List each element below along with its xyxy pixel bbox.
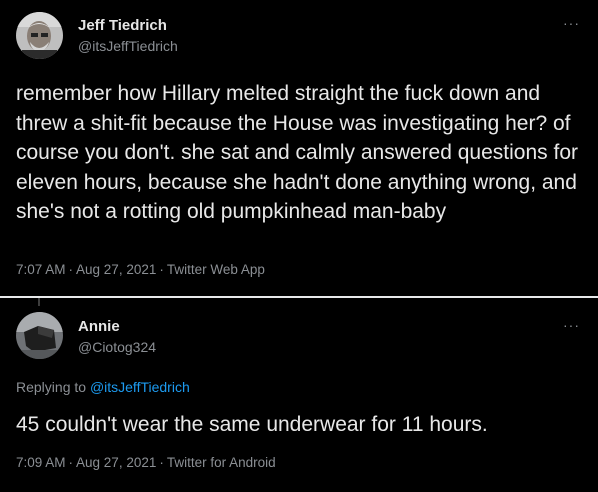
tweet-meta: 7:07 AM · Aug 27, 2021 · Twitter Web App <box>16 262 265 277</box>
tweet-text: 45 couldn't wear the same underwear for … <box>16 413 488 436</box>
user-handle[interactable]: @Ciotog324 <box>78 339 156 355</box>
tweet-source[interactable]: Twitter for Android <box>167 455 276 470</box>
divider <box>0 296 598 298</box>
thread-line <box>38 298 40 306</box>
tweet-meta: 7:09 AM · Aug 27, 2021 · Twitter for Android <box>16 455 276 470</box>
more-options-icon[interactable]: ··· <box>563 318 580 332</box>
replying-to-link[interactable]: @itsJeffTiedrich <box>90 379 190 395</box>
meta-separator: · <box>68 262 74 277</box>
meta-separator: · <box>68 455 74 470</box>
tweet-date[interactable]: Aug 27, 2021 <box>76 262 156 277</box>
tweet-time[interactable]: 7:09 AM <box>16 455 66 470</box>
tweet-time[interactable]: 7:07 AM <box>16 262 66 277</box>
tweet-date[interactable]: Aug 27, 2021 <box>76 455 156 470</box>
tweet-source[interactable]: Twitter Web App <box>167 262 265 277</box>
avatar-image <box>16 312 63 359</box>
avatar[interactable] <box>16 312 63 359</box>
meta-separator: · <box>159 455 164 470</box>
tweet-reply: Annie @Ciotog324 ··· Replying to @itsJef… <box>0 0 598 470</box>
replying-prefix: Replying to <box>16 379 87 395</box>
display-name[interactable]: Annie <box>78 318 120 335</box>
replying-to: Replying to @itsJeffTiedrich <box>16 379 190 395</box>
meta-separator: · <box>159 262 164 277</box>
